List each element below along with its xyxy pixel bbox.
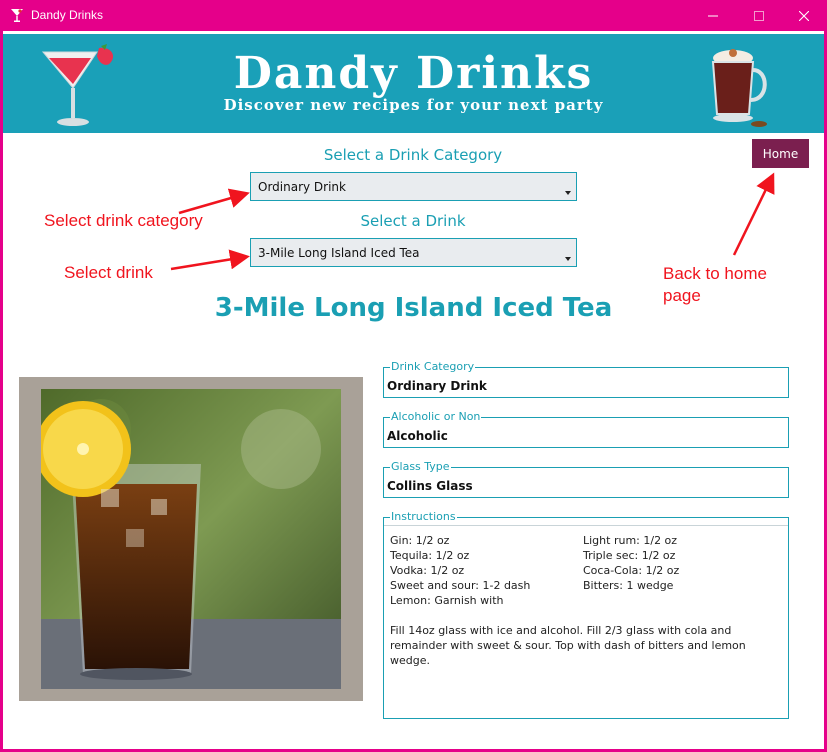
alcoholic-field-legend: Alcoholic or Non [390,410,482,424]
ingredient-item: Triple sec: 1/2 oz [583,549,676,562]
app-icon [11,9,23,22]
chevron-down-icon [565,191,571,195]
ingredients-left-column: Gin: 1/2 oz Tequila: 1/2 oz Vodka: 1/2 o… [390,533,530,608]
annotation-drink: Select drink [64,263,153,282]
alcoholic-field: Alcoholic or Non Alcoholic [383,410,789,448]
annotation-category: Select drink category [44,211,203,230]
glass-type-field-legend: Glass Type [390,460,451,474]
glass-type-field: Glass Type Collins Glass [383,460,789,498]
drink-photo [41,389,341,689]
close-icon [799,10,809,21]
category-field: Drink Category Ordinary Drink [383,360,789,398]
category-field-legend: Drink Category [390,360,476,374]
ingredient-item: Sweet and sour: 1-2 dash [390,579,531,592]
arrow-to-drink [170,249,250,271]
ingredient-item: Coca-Cola: 1/2 oz [583,564,680,577]
ingredient-item: Tequila: 1/2 oz [390,549,470,562]
banner-title: Dandy Drinks [233,48,594,99]
category-field-value: Ordinary Drink [387,379,487,393]
maximize-button[interactable] [736,0,782,31]
window-title: Dandy Drinks [31,8,104,22]
instructions-text-area[interactable]: Gin: 1/2 oz Tequila: 1/2 oz Vodka: 1/2 o… [384,525,788,717]
hot-drink-mug-icon [711,49,767,127]
drink-dropdown[interactable]: 3-Mile Long Island Iced Tea [250,238,577,267]
minimize-button[interactable] [690,0,736,31]
home-button[interactable]: Home [752,139,809,168]
drink-title: 3-Mile Long Island Iced Tea [214,293,613,323]
drink-dropdown-value: 3-Mile Long Island Iced Tea [258,246,420,260]
drink-label: Select a Drink [360,212,466,230]
banner-subtitle: Discover new recipes for your next party [223,96,604,114]
ingredient-item: Bitters: 1 wedge [583,579,674,592]
close-button[interactable] [781,0,827,31]
instructions-paragraph: Fill 14oz glass with ice and alcohol. Fi… [390,624,746,667]
chevron-down-icon [565,257,571,261]
title-bar[interactable]: Dandy Drinks [0,0,827,31]
glass-type-field-value: Collins Glass [387,479,473,493]
app-window: Dandy Drinks Dandy Drinks Discover new r… [0,0,827,752]
ingredient-item: Vodka: 1/2 oz [390,564,465,577]
main-content: Dandy Drinks Discover new recipes for yo… [3,31,824,749]
category-label: Select a Drink Category [323,146,503,164]
ingredients-right-column: Light rum: 1/2 oz Triple sec: 1/2 oz Coc… [583,533,679,593]
category-dropdown[interactable]: Ordinary Drink [250,172,577,201]
ingredient-item: Light rum: 1/2 oz [583,534,678,547]
annotation-home-line1: Back to home [663,264,767,283]
ingredient-item: Lemon: Garnish with [390,594,504,607]
alcoholic-field-value: Alcoholic [387,429,448,443]
drink-photo-frame [19,377,363,701]
instructions-field: Instructions Gin: 1/2 oz Tequila: 1/2 oz… [383,510,789,719]
arrow-to-home [732,172,775,256]
header-banner: Dandy Drinks Discover new recipes for yo… [3,34,824,133]
instructions-field-legend: Instructions [390,510,457,524]
ingredient-item: Gin: 1/2 oz [390,534,450,547]
minimize-icon [708,15,718,16]
maximize-icon [754,10,764,21]
category-dropdown-value: Ordinary Drink [258,180,346,194]
